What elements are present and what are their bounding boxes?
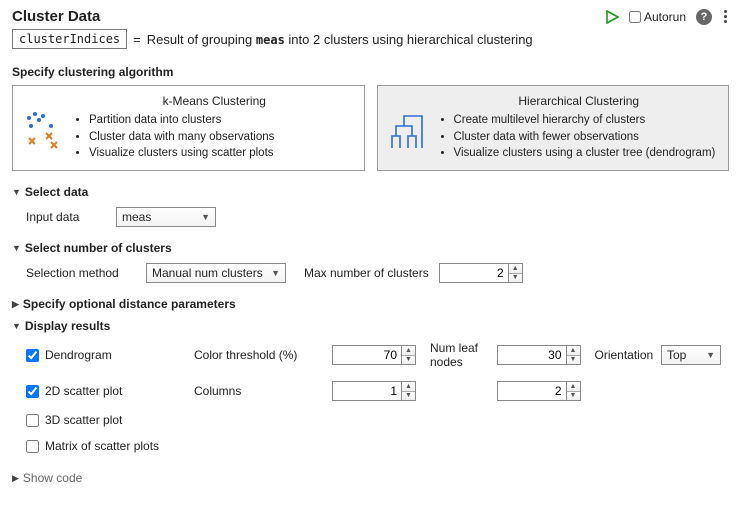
dendrogram-toggle[interactable]: Dendrogram xyxy=(26,348,186,362)
help-icon[interactable]: ? xyxy=(696,9,712,25)
step-down-icon[interactable]: ▼ xyxy=(402,392,415,401)
orientation-select[interactable]: Top ▼ xyxy=(661,345,721,365)
input-data-label: Input data xyxy=(26,210,106,224)
show-code-label: Show code xyxy=(23,471,82,485)
step-up-icon[interactable]: ▲ xyxy=(567,382,580,392)
step-up-icon[interactable]: ▲ xyxy=(402,346,415,356)
step-down-icon[interactable]: ▼ xyxy=(402,356,415,365)
distance-params-label: Specify optional distance parameters xyxy=(23,297,236,311)
algo-section-title: Specify clustering algorithm xyxy=(12,65,729,79)
equals-sign: = xyxy=(133,32,141,47)
chevron-down-icon: ▼ xyxy=(706,350,715,360)
scatter3d-checkbox[interactable] xyxy=(26,414,39,427)
columns-label: Columns xyxy=(194,384,324,398)
max-clusters-stepper[interactable]: ▲▼ xyxy=(439,263,523,283)
input-data-value: meas xyxy=(122,210,151,224)
max-clusters-input[interactable] xyxy=(439,263,509,283)
chevron-down-icon: ▼ xyxy=(12,243,21,253)
more-menu-icon[interactable] xyxy=(722,8,729,25)
autorun-checkbox[interactable] xyxy=(629,11,641,23)
result-summary: clusterIndices = Result of grouping meas… xyxy=(12,29,729,49)
display-results-label: Display results xyxy=(25,319,110,333)
step-down-icon[interactable]: ▼ xyxy=(567,356,580,365)
hier-bullet: Cluster data with fewer observations xyxy=(454,129,721,146)
scatter-icon xyxy=(21,108,63,150)
select-data-label: Select data xyxy=(25,185,88,199)
column1-input[interactable] xyxy=(332,381,402,401)
scatter2d-label: 2D scatter plot xyxy=(45,384,122,398)
color-threshold-label: Color threshold (%) xyxy=(194,348,324,362)
leaf-nodes-input[interactable] xyxy=(497,345,567,365)
distance-params-header[interactable]: ▶ Specify optional distance parameters xyxy=(12,297,729,311)
num-clusters-header[interactable]: ▼ Select number of clusters xyxy=(12,241,729,255)
dendrogram-label: Dendrogram xyxy=(45,348,112,362)
step-down-icon[interactable]: ▼ xyxy=(509,274,522,283)
chevron-down-icon: ▼ xyxy=(201,212,210,222)
page-title: Cluster Data xyxy=(12,8,100,25)
column2-input[interactable] xyxy=(497,381,567,401)
scatter2d-toggle[interactable]: 2D scatter plot xyxy=(26,384,186,398)
scatter3d-label: 3D scatter plot xyxy=(45,413,122,427)
selection-method-value: Manual num clusters xyxy=(152,266,263,280)
color-threshold-stepper[interactable]: ▲▼ xyxy=(332,345,416,365)
hierarchical-card[interactable]: Hierarchical Clustering Create multileve… xyxy=(377,85,730,171)
leaf-nodes-stepper[interactable]: ▲▼ xyxy=(497,345,581,365)
column1-stepper[interactable]: ▲▼ xyxy=(332,381,416,401)
result-suffix: into 2 clusters using hierarchical clust… xyxy=(288,32,532,47)
selection-method-label: Selection method xyxy=(26,266,136,280)
selection-method-select[interactable]: Manual num clusters ▼ xyxy=(146,263,286,283)
result-text: Result of grouping meas into 2 clusters … xyxy=(147,32,533,47)
chevron-down-icon: ▼ xyxy=(271,268,280,278)
orientation-value: Top xyxy=(667,348,686,362)
run-icon[interactable] xyxy=(605,10,619,24)
color-threshold-input[interactable] xyxy=(332,345,402,365)
hier-title: Hierarchical Clustering xyxy=(438,94,721,108)
autorun-toggle[interactable]: Autorun xyxy=(629,10,686,24)
column2-stepper[interactable]: ▲▼ xyxy=(497,381,581,401)
select-data-header[interactable]: ▼ Select data xyxy=(12,185,729,199)
matrix-label: Matrix of scatter plots xyxy=(45,439,159,453)
dendrogram-checkbox[interactable] xyxy=(26,349,39,362)
input-data-select[interactable]: meas ▼ xyxy=(116,207,216,227)
step-up-icon[interactable]: ▲ xyxy=(509,264,522,274)
display-results-header[interactable]: ▼ Display results xyxy=(12,319,729,333)
scatter2d-checkbox[interactable] xyxy=(26,385,39,398)
kmeans-bullet: Cluster data with many observations xyxy=(89,129,356,146)
output-variable[interactable]: clusterIndices xyxy=(12,29,127,49)
chevron-down-icon: ▼ xyxy=(12,321,21,331)
hier-bullet: Visualize clusters using a cluster tree … xyxy=(454,145,721,162)
chevron-right-icon: ▶ xyxy=(12,299,19,310)
result-dataname: meas xyxy=(256,33,285,47)
num-clusters-label: Select number of clusters xyxy=(25,241,172,255)
chevron-right-icon: ▶ xyxy=(12,473,19,484)
matrix-toggle[interactable]: Matrix of scatter plots xyxy=(26,439,186,453)
kmeans-bullet: Partition data into clusters xyxy=(89,112,356,129)
leaf-nodes-label: Num leaf nodes xyxy=(430,341,489,369)
autorun-label: Autorun xyxy=(644,10,686,24)
show-code-toggle[interactable]: ▶ Show code xyxy=(12,471,729,485)
step-down-icon[interactable]: ▼ xyxy=(567,392,580,401)
dendrogram-icon xyxy=(386,108,428,150)
orientation-label: Orientation xyxy=(595,348,654,362)
kmeans-bullet: Visualize clusters using scatter plots xyxy=(89,145,356,162)
chevron-down-icon: ▼ xyxy=(12,187,21,197)
step-up-icon[interactable]: ▲ xyxy=(402,382,415,392)
hier-bullet: Create multilevel hierarchy of clusters xyxy=(454,112,721,129)
step-up-icon[interactable]: ▲ xyxy=(567,346,580,356)
kmeans-card[interactable]: k-Means Clustering Partition data into c… xyxy=(12,85,365,171)
max-clusters-label: Max number of clusters xyxy=(304,266,429,280)
kmeans-title: k-Means Clustering xyxy=(73,94,356,108)
result-prefix: Result of grouping xyxy=(147,32,253,47)
scatter3d-toggle[interactable]: 3D scatter plot xyxy=(26,413,186,427)
matrix-checkbox[interactable] xyxy=(26,440,39,453)
